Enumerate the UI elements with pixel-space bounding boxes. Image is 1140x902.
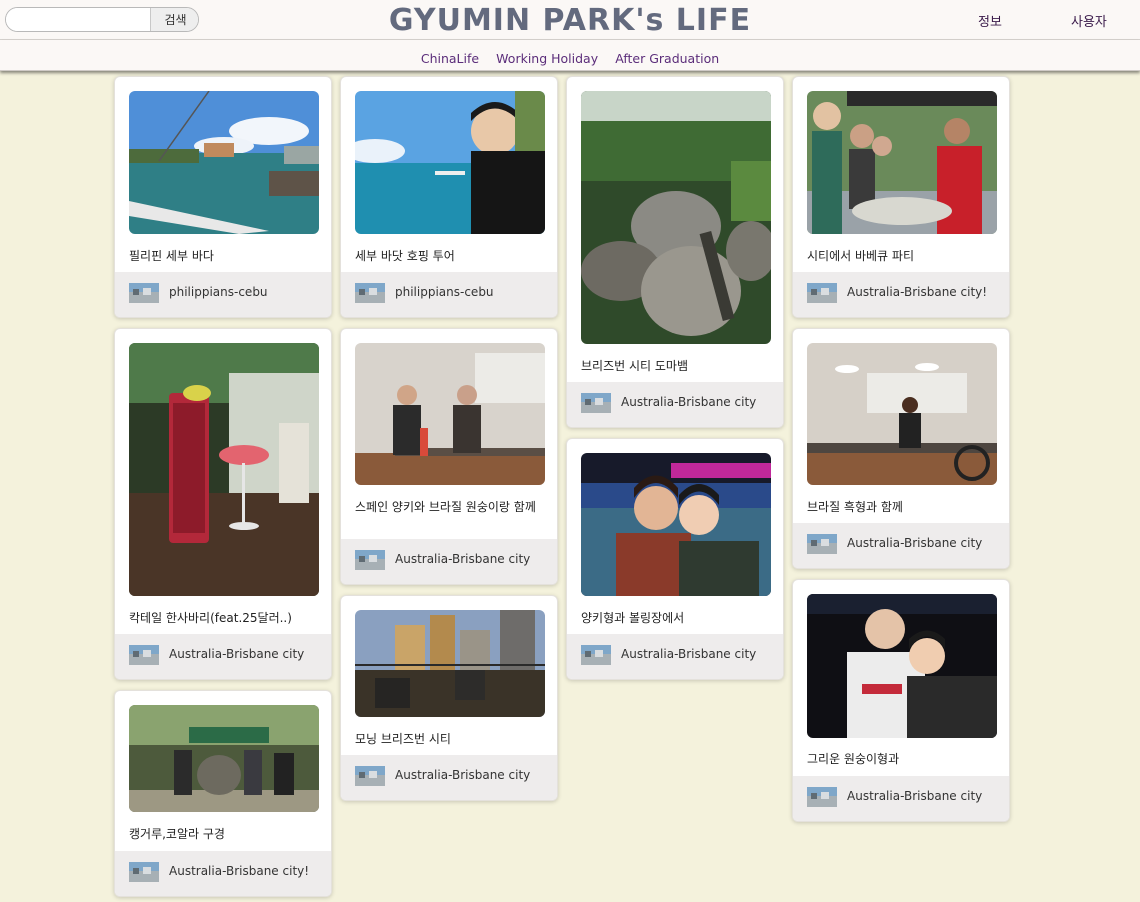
category-thumbnail	[581, 645, 611, 665]
category-thumbnail	[581, 393, 611, 413]
category-thumbnail	[129, 862, 159, 882]
post-footer: Australia-Brisbane city	[793, 776, 1009, 821]
post-category[interactable]: Australia-Brisbane city	[169, 647, 304, 661]
post-title[interactable]: 캥거루,코알라 구경	[129, 827, 325, 842]
category-thumbnail	[129, 645, 159, 665]
post-category[interactable]: Australia-Brisbane city	[621, 647, 756, 661]
post-title[interactable]: 그리운 원숭이형과	[807, 752, 1003, 767]
category-thumbnail	[807, 787, 837, 807]
post-category[interactable]: Australia-Brisbane city!	[847, 285, 987, 299]
post-footer: Australia-Brisbane city!	[115, 851, 331, 896]
nav-working-holiday[interactable]: Working Holiday	[496, 51, 598, 66]
post-title[interactable]: 스페인 양키와 브라질 원숭이랑 함께	[355, 500, 551, 515]
post-footer: Australia-Brisbane city	[793, 523, 1009, 568]
post-photo[interactable]	[355, 91, 545, 234]
post-title[interactable]: 양키형과 볼링장에서	[581, 611, 777, 626]
post-title[interactable]: 필리핀 세부 바다	[129, 249, 325, 264]
post-footer: Australia-Brisbane city	[341, 755, 557, 800]
post-category[interactable]: Australia-Brisbane city	[395, 552, 530, 566]
post-photo[interactable]	[129, 91, 319, 234]
user-link[interactable]: 사용자	[1071, 11, 1107, 30]
nav-after-graduation[interactable]: After Graduation	[615, 51, 719, 66]
post-card[interactable]: 세부 바닷 호핑 투어 philippians-cebu	[340, 76, 558, 318]
post-title[interactable]: 세부 바닷 호핑 투어	[355, 249, 551, 264]
post-photo[interactable]	[807, 91, 997, 234]
post-card[interactable]: 칵테일 한사바리(feat.25달러..) Australia-Brisbane…	[114, 328, 332, 680]
post-title[interactable]: 브리즈번 시티 도마뱀	[581, 359, 777, 374]
post-photo[interactable]	[581, 91, 771, 344]
post-card[interactable]: 스페인 양키와 브라질 원숭이랑 함께 Australia-Brisbane c…	[340, 328, 558, 585]
post-category[interactable]: Australia-Brisbane city!	[169, 864, 309, 878]
post-footer: philippians-cebu	[115, 272, 331, 317]
post-card[interactable]: 브리즈번 시티 도마뱀 Australia-Brisbane city	[566, 76, 784, 428]
post-photo[interactable]	[807, 343, 997, 485]
post-category[interactable]: Australia-Brisbane city	[621, 395, 756, 409]
post-title[interactable]: 칵테일 한사바리(feat.25달러..)	[129, 611, 325, 626]
post-card[interactable]: 그리운 원숭이형과 Australia-Brisbane city	[792, 579, 1010, 822]
category-thumbnail	[807, 534, 837, 554]
post-title[interactable]: 모닝 브리즈번 시티	[355, 732, 551, 747]
post-footer: philippians-cebu	[341, 272, 557, 317]
post-footer: Australia-Brisbane city	[341, 539, 557, 584]
post-photo[interactable]	[355, 610, 545, 717]
post-card[interactable]: 양키형과 볼링장에서 Australia-Brisbane city	[566, 438, 784, 680]
category-thumbnail	[355, 283, 385, 303]
post-category[interactable]: philippians-cebu	[395, 285, 494, 299]
post-card[interactable]: 시티에서 바베큐 파티 Australia-Brisbane city!	[792, 76, 1010, 318]
post-category[interactable]: Australia-Brisbane city	[395, 768, 530, 782]
post-title[interactable]: 시티에서 바베큐 파티	[807, 249, 1003, 264]
post-footer: Australia-Brisbane city	[567, 634, 783, 679]
post-title[interactable]: 브라질 흑형과 함께	[807, 500, 1003, 515]
post-category[interactable]: philippians-cebu	[169, 285, 268, 299]
post-photo[interactable]	[129, 705, 319, 812]
post-category[interactable]: Australia-Brisbane city	[847, 536, 982, 550]
post-photo[interactable]	[129, 343, 319, 596]
post-card[interactable]: 캥거루,코알라 구경 Australia-Brisbane city!	[114, 690, 332, 897]
category-thumbnail	[355, 550, 385, 570]
category-thumbnail	[355, 766, 385, 786]
post-photo[interactable]	[581, 453, 771, 596]
post-category[interactable]: Australia-Brisbane city	[847, 789, 982, 803]
post-footer: Australia-Brisbane city	[115, 634, 331, 679]
info-link[interactable]: 정보	[978, 11, 1002, 30]
top-bar: 검색 GYUMIN PARK's LIFE 정보 사용자	[0, 0, 1140, 40]
post-footer: Australia-Brisbane city	[567, 382, 783, 427]
category-thumbnail	[807, 283, 837, 303]
post-card[interactable]: 브라질 흑형과 함께 Australia-Brisbane city	[792, 328, 1010, 569]
post-photo[interactable]	[355, 343, 545, 485]
post-photo[interactable]	[807, 594, 997, 738]
site-title: GYUMIN PARK's LIFE	[388, 3, 752, 38]
category-nav: ChinaLife Working Holiday After Graduati…	[0, 40, 1140, 71]
post-card[interactable]: 모닝 브리즈번 시티 Australia-Brisbane city	[340, 595, 558, 801]
post-card[interactable]: 필리핀 세부 바다 philippians-cebu	[114, 76, 332, 318]
post-footer: Australia-Brisbane city!	[793, 272, 1009, 317]
category-thumbnail	[129, 283, 159, 303]
nav-chinalife[interactable]: ChinaLife	[421, 51, 479, 66]
